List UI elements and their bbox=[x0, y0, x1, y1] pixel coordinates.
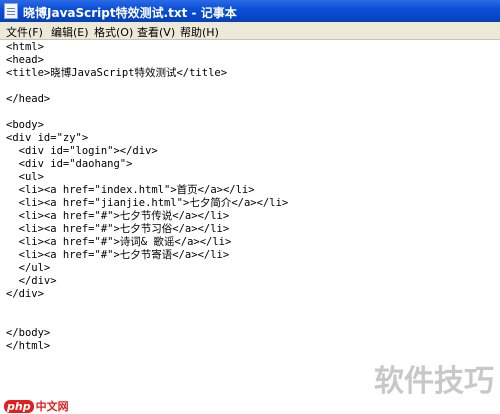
text-line: </head> bbox=[6, 93, 51, 105]
notepad-icon bbox=[4, 3, 18, 19]
text-line: <li><a href="#">七夕节传说</a></li> bbox=[6, 210, 230, 222]
watermark-text: 软件技巧 bbox=[374, 364, 494, 399]
text-line: </div> bbox=[6, 288, 44, 300]
text-line: <div id="login"></div> bbox=[6, 145, 158, 157]
menu-edit[interactable]: 编辑(E) bbox=[51, 24, 89, 40]
menu-file[interactable]: 文件(F) bbox=[6, 24, 43, 40]
text-line: <ul> bbox=[6, 171, 44, 183]
title-bar[interactable]: 晓博JavaScript特效测试.txt - 记事本 bbox=[0, 0, 500, 22]
text-line: <li><a href="index.html">首页</a></li> bbox=[6, 184, 255, 196]
logo-brand: php bbox=[4, 400, 34, 413]
text-line: <head> bbox=[6, 54, 44, 66]
text-line: <title>晓博JavaScript特效测试</title> bbox=[6, 67, 228, 79]
menu-bar: 文件(F) 编辑(E) 格式(O) 查看(V) 帮助(H) bbox=[0, 22, 500, 40]
text-line: <li><a href="#">七夕节寄语</a></li> bbox=[6, 249, 230, 261]
site-logo: php 中文网 bbox=[4, 398, 69, 413]
menu-help[interactable]: 帮助(H) bbox=[180, 24, 219, 40]
text-line: <li><a href="#">诗词& 歌谣</a></li> bbox=[6, 236, 232, 248]
text-line: <li><a href="#">七夕节习俗</a></li> bbox=[6, 223, 230, 235]
text-line: <div id="daohang"> bbox=[6, 158, 133, 170]
window-title: 晓博JavaScript特效测试.txt - 记事本 bbox=[23, 6, 237, 20]
text-line: </body> bbox=[6, 327, 51, 339]
text-line: <li><a href="jianjie.html">七夕简介</a></li> bbox=[6, 197, 289, 209]
text-line: </ul> bbox=[6, 262, 51, 274]
menu-format[interactable]: 格式(O) bbox=[94, 24, 133, 40]
menu-view[interactable]: 查看(V) bbox=[137, 24, 175, 40]
text-line: <div id="zy"> bbox=[6, 132, 89, 144]
text-line: </div> bbox=[6, 275, 57, 287]
text-line: <html> bbox=[6, 41, 44, 53]
text-line: </html> bbox=[6, 340, 51, 352]
logo-suffix: 中文网 bbox=[35, 400, 69, 413]
text-line: <body> bbox=[6, 119, 44, 131]
